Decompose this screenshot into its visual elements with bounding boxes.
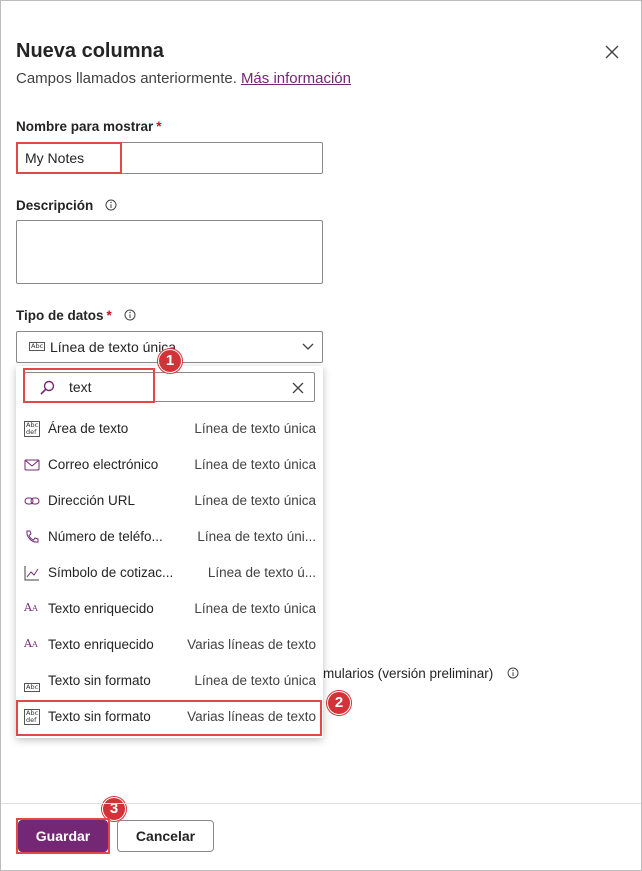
data-type-selected: Línea de texto única	[50, 339, 177, 355]
option-url[interactable]: Dirección URL Línea de texto única	[16, 483, 323, 519]
abc-def-icon: Abc def	[24, 421, 41, 437]
option-plain-text-single[interactable]: Abc Texto sin formato Línea de texto úni…	[16, 663, 323, 699]
option-ticker[interactable]: Símbolo de cotizac... Línea de texto ú..…	[16, 555, 323, 591]
learn-more-link[interactable]: Más información	[241, 70, 351, 87]
option-text-area[interactable]: Abc def Área de texto Línea de texto únic…	[16, 411, 323, 447]
option-rich-text-single[interactable]: AA Texto enriquecido Línea de texto únic…	[16, 591, 323, 627]
step-badge-2: 2	[327, 691, 351, 715]
close-icon[interactable]	[602, 42, 622, 62]
option-phone[interactable]: Número de teléfo... Línea de texto úni..…	[16, 519, 323, 555]
display-name-label: Nombre para mostrar *	[16, 119, 162, 134]
highlight-search	[23, 368, 155, 403]
rich-text-icon: AA	[24, 637, 38, 650]
step-badge-1: 1	[158, 349, 182, 373]
trend-chart-icon	[24, 566, 39, 581]
link-icon	[24, 497, 40, 505]
highlight-save	[16, 818, 110, 854]
chevron-down-icon	[302, 343, 314, 350]
description-textarea[interactable]	[16, 220, 323, 284]
abc-icon: Abc	[29, 342, 46, 351]
option-email[interactable]: Correo electrónico Línea de texto única	[16, 447, 323, 483]
info-icon[interactable]	[507, 667, 519, 679]
info-icon[interactable]	[124, 309, 136, 321]
cancel-button[interactable]: Cancelar	[117, 820, 214, 852]
phone-icon	[26, 530, 39, 543]
clear-icon[interactable]	[292, 382, 304, 394]
panel-title: Nueva columna	[16, 40, 164, 62]
rich-text-icon: AA	[24, 601, 38, 614]
data-type-dropdown: text Abc def Área de texto Línea de texto…	[16, 366, 323, 738]
forms-preview-text: mularios (versión preliminar)	[323, 666, 519, 681]
footer-divider	[1, 803, 641, 804]
panel-subtitle: Campos llamados anteriormente. Más inform…	[16, 70, 351, 87]
description-label: Descripción	[16, 198, 117, 213]
subtitle-text: Campos llamados anteriormente.	[16, 70, 237, 87]
abc-icon: Abc	[24, 683, 41, 692]
mail-icon	[24, 459, 40, 471]
highlight-option	[16, 700, 322, 736]
info-icon[interactable]	[105, 199, 117, 211]
highlight-display-name	[16, 142, 122, 174]
data-type-label: Tipo de datos *	[16, 308, 136, 323]
option-rich-text-multi[interactable]: AA Texto enriquecido Varias líneas de te…	[16, 627, 323, 663]
